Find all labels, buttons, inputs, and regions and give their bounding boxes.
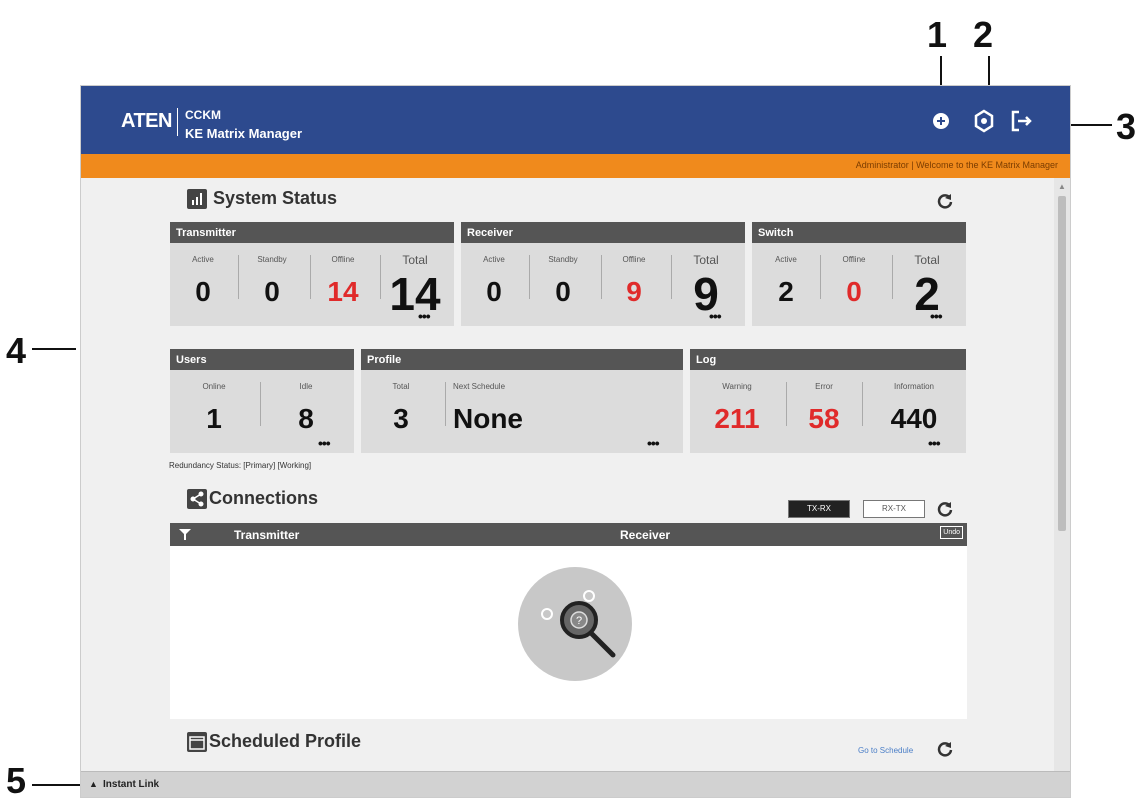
system-status-title: System Status xyxy=(213,188,338,208)
switch-more-button[interactable]: ••• xyxy=(930,308,943,324)
logo-divider xyxy=(177,108,178,136)
log-card: Log Warning 211 Error 58 Information 440 ••… xyxy=(690,349,966,453)
aten-logo: ATEN xyxy=(121,110,172,132)
app-name: KE Matrix Manager xyxy=(185,126,303,141)
connections-table-header: Transmitter Receiver Undo xyxy=(170,523,967,546)
connections-refresh-icon[interactable] xyxy=(936,500,954,518)
connections-heading: Connections xyxy=(187,488,319,510)
schedule-refresh-icon[interactable] xyxy=(936,740,954,758)
no-data-illustration: ? xyxy=(518,567,632,681)
bar-chart-icon xyxy=(187,189,207,210)
profile-total: Total 3 xyxy=(392,382,410,434)
switch-card: Switch Active 2 Offline 0 Total 2 ••• xyxy=(752,222,966,326)
callout-5-line xyxy=(32,784,80,786)
callout-1: 1 xyxy=(927,14,948,55)
expand-up-icon[interactable]: ▲ xyxy=(89,779,98,789)
scheduled-profile-title: Scheduled Profile xyxy=(209,731,362,751)
filter-icon[interactable] xyxy=(178,528,192,541)
users-title: Users xyxy=(170,349,354,370)
switch-total: Total 2 xyxy=(914,253,940,320)
receiver-column[interactable]: Receiver xyxy=(620,528,670,542)
settings-icon[interactable] xyxy=(971,108,997,134)
users-online: Online 1 xyxy=(202,382,226,434)
instant-link-bar[interactable]: ▲ Instant Link xyxy=(81,771,1070,797)
receiver-title: Receiver xyxy=(461,222,745,243)
log-error: Error 58 xyxy=(808,382,840,434)
receiver-card: Receiver Active 0 Standby 0 Offline 9 Total… xyxy=(461,222,745,326)
profile-more-button[interactable]: ••• xyxy=(647,435,660,451)
log-more-button[interactable]: ••• xyxy=(928,435,941,451)
profile-card: Profile Total 3 Next Schedule None ••• xyxy=(361,349,683,453)
switch-offline: Offline 0 xyxy=(842,255,866,307)
receiver-more-button[interactable]: ••• xyxy=(709,308,722,324)
receiver-total: Total 9 xyxy=(693,253,719,320)
callout-4: 4 xyxy=(6,330,27,371)
callout-4-line xyxy=(32,348,76,350)
vertical-scrollbar[interactable]: ▲ xyxy=(1054,178,1070,771)
receiver-offline: Offline 9 xyxy=(622,255,646,307)
welcome-text: Administrator | Welcome to the KE Matrix… xyxy=(855,160,1058,170)
transmitter-column[interactable]: Transmitter xyxy=(234,528,299,542)
app-window: ATEN CCKM KE Matrix Manager Administrato… xyxy=(80,85,1071,798)
product-name: CCKM xyxy=(185,108,221,122)
callout-3: 3 xyxy=(1116,106,1137,147)
transmitter-title: Transmitter xyxy=(170,222,454,243)
add-icon[interactable] xyxy=(928,108,954,134)
switch-active: Active 2 xyxy=(775,255,797,307)
share-icon xyxy=(187,489,207,510)
log-title: Log xyxy=(690,349,966,370)
top-bar: ATEN CCKM KE Matrix Manager xyxy=(81,86,1070,154)
instant-link-label[interactable]: Instant Link xyxy=(103,779,159,790)
callout-5: 5 xyxy=(6,760,27,801)
system-status-heading: System Status xyxy=(187,188,338,210)
profile-title: Profile xyxy=(361,349,683,370)
log-warning: Warning 211 xyxy=(714,382,760,434)
refresh-icon[interactable] xyxy=(936,192,954,210)
transmitter-offline: Offline 14 xyxy=(327,255,359,307)
svg-text:?: ? xyxy=(576,615,582,627)
logout-icon[interactable] xyxy=(1008,108,1034,134)
users-more-button[interactable]: ••• xyxy=(318,435,331,451)
transmitter-more-button[interactable]: ••• xyxy=(418,308,431,324)
transmitter-card: Transmitter Active 0 Standby 0 Offline 14 T… xyxy=(170,222,454,326)
transmitter-total: Total 14 xyxy=(389,253,441,320)
undo-button[interactable]: Undo xyxy=(940,526,963,539)
transmitter-active: Active 0 xyxy=(192,255,214,307)
users-idle: Idle 8 xyxy=(298,382,314,434)
log-information: Information 440 xyxy=(890,382,938,434)
switch-title: Switch xyxy=(752,222,966,243)
scheduled-profile-heading: Scheduled Profile xyxy=(187,731,362,753)
receiver-active: Active 0 xyxy=(483,255,505,307)
scrollbar-thumb[interactable] xyxy=(1058,196,1066,531)
transmitter-standby: Standby 0 xyxy=(257,255,287,307)
tx-rx-button[interactable]: TX-RX xyxy=(788,500,850,518)
connections-title: Connections xyxy=(209,488,319,508)
scroll-up-icon[interactable]: ▲ xyxy=(1058,182,1066,191)
go-to-schedule-link[interactable]: Go to Schedule xyxy=(858,746,913,755)
users-card: Users Online 1 Idle 8 ••• xyxy=(170,349,354,453)
callout-2: 2 xyxy=(973,14,994,55)
redundancy-status: Redundancy Status: [Primary] [Working] xyxy=(169,461,312,470)
profile-next-schedule: Next Schedule None xyxy=(453,382,523,434)
receiver-standby: Standby 0 xyxy=(548,255,578,307)
rx-tx-button[interactable]: RX-TX xyxy=(863,500,925,518)
calendar-icon xyxy=(187,732,207,753)
dashboard: System Status Transmitter Active 0 Standb… xyxy=(81,178,1056,771)
